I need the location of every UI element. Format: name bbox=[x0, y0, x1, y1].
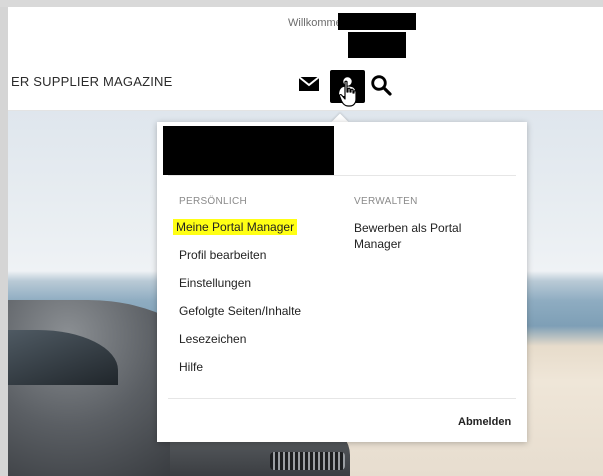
menu-item-einstellungen[interactable]: Einstellungen bbox=[179, 276, 251, 290]
redacted-username bbox=[338, 13, 416, 30]
brand-title[interactable]: ER SUPPLIER MAGAZINE bbox=[11, 74, 172, 89]
logout-link[interactable]: Abmelden bbox=[458, 416, 511, 428]
redacted-block bbox=[348, 32, 406, 58]
search-icon[interactable] bbox=[370, 74, 392, 96]
envelope-icon[interactable] bbox=[298, 76, 320, 92]
menu-item-lesezeichen[interactable]: Lesezeichen bbox=[179, 332, 246, 346]
menu-item-gefolgte-seiten[interactable]: Gefolgte Seiten/Inhalte bbox=[179, 304, 301, 318]
menu-item-meine-portal-manager[interactable]: Meine Portal Manager bbox=[173, 219, 298, 235]
window-left-border bbox=[0, 7, 8, 476]
redacted-profile-name bbox=[163, 126, 334, 175]
menu-item-hilfe[interactable]: Hilfe bbox=[179, 360, 203, 374]
site-header: Willkommen ER SUPPLIER MAGAZINE bbox=[8, 7, 603, 110]
window-top-border bbox=[0, 0, 603, 7]
dropdown-divider-top bbox=[168, 175, 516, 176]
menu-item-profil-bearbeiten[interactable]: Profil bearbeiten bbox=[179, 248, 266, 262]
section-heading-personal: PERSÖNLICH bbox=[179, 196, 248, 207]
hand-pointer-icon bbox=[338, 80, 360, 108]
car-grille-image bbox=[270, 452, 345, 470]
header-divider bbox=[8, 110, 603, 111]
menu-item-bewerben-als-portal-manager[interactable]: Bewerben als Portal Manager bbox=[354, 220, 484, 252]
section-heading-manage: VERWALTEN bbox=[354, 196, 418, 207]
dropdown-divider-bottom bbox=[168, 398, 516, 399]
